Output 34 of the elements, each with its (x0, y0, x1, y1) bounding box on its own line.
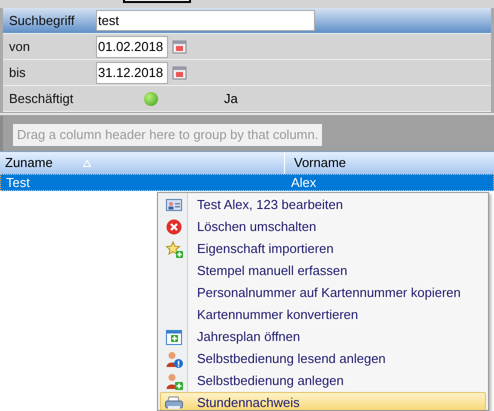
contact-card-icon (166, 198, 182, 212)
menu-item[interactable]: Löschen umschalten (160, 216, 486, 238)
menu-item[interactable]: Personalnummer auf Kartennummer kopieren (160, 282, 486, 304)
table-cell-text: Alex (290, 174, 316, 192)
search-field[interactable]: test (96, 10, 315, 31)
menu-item[interactable]: Selbstbedienung lesend anlegen (160, 348, 486, 370)
field-label: bis (8, 64, 27, 82)
status-value: Ja (224, 90, 238, 108)
table-row[interactable]: Test Alex (0, 174, 494, 191)
date-field[interactable]: 01.02.2018 (96, 36, 168, 58)
field-label: Beschäftigt (8, 90, 74, 108)
column-header[interactable]: Zuname (0, 153, 53, 173)
menu-item[interactable]: Selbstbedienung anlegen (160, 370, 486, 392)
group-by-hint: Drag a column header here to group by that column. (13, 124, 322, 146)
sort-icon (82, 160, 91, 166)
input-field[interactable] (123, 0, 191, 3)
menu-item[interactable]: Stundennachweis (160, 392, 486, 410)
table-cell-text: Test (5, 174, 31, 192)
date-field[interactable]: 31.12.2018 (96, 62, 168, 84)
delete-icon (166, 219, 182, 235)
menu-item[interactable]: Kartennummer konvertieren (160, 304, 486, 326)
user-add-icon (166, 372, 182, 390)
star-add-icon (166, 240, 182, 258)
calendar-icon[interactable] (172, 39, 187, 54)
menu-item[interactable]: Stempel manuell erfassen (160, 260, 486, 282)
menu-item[interactable]: Test Alex, 123 bearbeiten (160, 194, 486, 216)
calendar-icon[interactable] (172, 65, 187, 80)
user-info-icon (166, 350, 182, 368)
menu-item[interactable]: Jahresplan öffnen (160, 326, 486, 348)
calendar-add-icon (166, 330, 182, 344)
field-label: von (8, 38, 31, 56)
menu-item[interactable]: Eigenschaft importieren (160, 238, 486, 260)
column-header[interactable]: Vorname (289, 153, 346, 173)
field-label: Suchbegriff (8, 12, 76, 30)
